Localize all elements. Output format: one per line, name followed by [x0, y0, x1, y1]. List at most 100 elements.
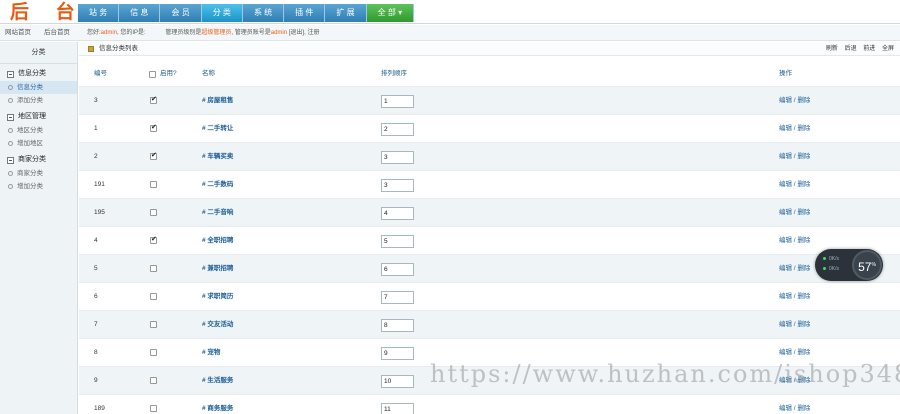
table-row: 2 # 车辆买卖 3 编辑 / 删除 — [79, 142, 900, 170]
row-actions[interactable]: 编辑 / 删除 — [779, 255, 810, 283]
row-name-link[interactable]: # 商务服务 — [202, 395, 233, 414]
row-name-link[interactable]: # 二手转让 — [202, 115, 233, 143]
register-link[interactable]: 注册 — [307, 30, 319, 36]
nav-tab-category[interactable]: 分 类 — [201, 4, 243, 22]
row-name-link[interactable]: # 生活服务 — [202, 367, 233, 395]
order-input[interactable]: 4 — [381, 207, 414, 220]
row-enabled-cell — [150, 395, 157, 414]
nav-tab-plugins[interactable]: 插 件 — [284, 4, 326, 22]
enabled-checkbox[interactable] — [150, 181, 157, 188]
nav-tab-system[interactable]: 系 统 — [242, 4, 285, 22]
select-all-checkbox[interactable] — [149, 70, 156, 78]
row-name-link[interactable]: # 车辆买卖 — [202, 143, 233, 171]
row-actions[interactable]: 编辑 / 删除 — [779, 87, 810, 115]
sidebar-group-merchant[interactable]: 商家分类 — [0, 153, 77, 167]
bullet-icon — [8, 98, 13, 103]
table-row: 191 # 二手数码 3 编辑 / 删除 — [79, 170, 900, 198]
nav-tab-info[interactable]: 信 息 — [119, 4, 161, 22]
sidebar-item-merchant-category[interactable]: 商家分类 — [0, 167, 77, 180]
row-name-link[interactable]: # 宠物 — [202, 339, 220, 367]
table-row: 5 # 兼职招聘 6 编辑 / 删除 — [79, 254, 900, 282]
nav-tab-extend[interactable]: 扩 展 — [325, 4, 367, 22]
row-name-link[interactable]: # 二手数码 — [202, 171, 233, 199]
sidebar-group-label: 信息分类 — [18, 70, 46, 77]
row-name-link[interactable]: # 房屋租售 — [202, 87, 233, 115]
table-row: 189 # 商务服务 11 编辑 / 删除 — [79, 394, 900, 414]
row-actions[interactable]: 编辑 / 删除 — [779, 171, 810, 199]
order-input[interactable]: 7 — [381, 291, 414, 304]
speed-widget[interactable]: 0K/s 0K/s 57% — [815, 249, 883, 281]
back-link[interactable]: 后退 — [845, 46, 857, 52]
order-input[interactable]: 8 — [381, 319, 414, 332]
refresh-link[interactable]: 刷新 — [826, 46, 838, 52]
col-header-id[interactable]: 编号 — [94, 62, 107, 86]
collapse-icon — [7, 113, 14, 121]
sidebar-item-add-region[interactable]: 增加地区 — [0, 137, 77, 150]
order-input[interactable]: 3 — [381, 179, 414, 192]
col-header-ops: 操作 — [779, 70, 792, 77]
row-enabled-cell — [150, 87, 157, 115]
sidebar-item-label: 增加分类 — [17, 183, 43, 190]
admin-home-link[interactable]: 后台首页 — [44, 25, 70, 41]
enabled-checkbox[interactable] — [150, 321, 157, 328]
row-id: 189 — [94, 405, 105, 412]
row-actions[interactable]: 编辑 / 删除 — [779, 311, 810, 339]
fullscreen-link[interactable]: 全屏 — [882, 46, 894, 52]
nav-tab-site[interactable]: 站 务 — [78, 4, 120, 22]
order-input[interactable]: 3 — [381, 151, 414, 164]
enabled-checkbox[interactable] — [150, 293, 157, 300]
order-input[interactable]: 5 — [381, 235, 414, 248]
col-header-enabled[interactable]: 启用? — [149, 62, 177, 86]
enabled-checkbox[interactable] — [150, 349, 157, 356]
col-header-name[interactable]: 名称 — [202, 62, 215, 86]
row-actions[interactable]: 编辑 / 删除 — [779, 115, 810, 143]
row-name-link[interactable]: # 兼职招聘 — [202, 255, 233, 283]
sidebar-item-label: 商家分类 — [17, 170, 43, 177]
nav-tab-all[interactable]: 全 部 ▾ — [366, 4, 415, 22]
row-enabled-cell — [150, 311, 157, 339]
sub-bar: 网站首页 后台首页 您好:admin, 您的IP是: 管理员级别是超级管理员, … — [0, 25, 900, 41]
row-name-link[interactable]: # 二手音响 — [202, 199, 233, 227]
sidebar-item-region-category[interactable]: 地区分类 — [0, 124, 77, 137]
row-actions[interactable]: 编辑 / 删除 — [779, 395, 810, 414]
enabled-checkbox[interactable] — [150, 95, 157, 104]
enabled-checkbox[interactable] — [150, 235, 157, 244]
row-enabled-cell — [150, 143, 157, 171]
row-actions[interactable]: 编辑 / 删除 — [779, 227, 810, 255]
site-home-link[interactable]: 网站首页 — [5, 25, 31, 41]
order-input[interactable]: 10 — [381, 375, 414, 388]
row-name-link[interactable]: # 全职招聘 — [202, 227, 233, 255]
order-input[interactable]: 1 — [381, 95, 414, 108]
enabled-checkbox[interactable] — [150, 151, 157, 160]
welcome-prefix: 您好: — [87, 30, 101, 36]
sidebar-group-info-category[interactable]: 信息分类 — [0, 67, 77, 81]
row-actions[interactable]: 编辑 / 删除 — [779, 199, 810, 227]
nav-tab-member[interactable]: 会 员 — [160, 4, 202, 22]
enabled-checkbox[interactable] — [150, 405, 157, 412]
row-name-link[interactable]: # 交友活动 — [202, 311, 233, 339]
logout-link[interactable]: [退出] — [289, 30, 304, 36]
enabled-checkbox[interactable] — [150, 209, 157, 216]
order-input[interactable]: 11 — [381, 403, 414, 414]
order-input[interactable]: 6 — [381, 263, 414, 276]
order-input[interactable]: 9 — [381, 347, 414, 360]
enabled-checkbox[interactable] — [150, 377, 157, 384]
row-id: 3 — [94, 97, 98, 104]
enabled-checkbox[interactable] — [150, 265, 157, 272]
bullet-icon — [8, 141, 13, 146]
sidebar-item-info-category[interactable]: 信息分类 — [0, 81, 77, 94]
sidebar-item-add-merchant-category[interactable]: 增加分类 — [0, 180, 77, 193]
panel-title-text: 信息分类列表 — [99, 45, 138, 52]
enabled-checkbox[interactable] — [150, 123, 157, 132]
forward-link[interactable]: 前进 — [863, 46, 875, 52]
order-input[interactable]: 2 — [381, 123, 414, 136]
row-actions[interactable]: 编辑 / 删除 — [779, 283, 810, 311]
sidebar-item-add-category[interactable]: 添加分类 — [0, 94, 77, 107]
sidebar-group-region[interactable]: 地区管理 — [0, 110, 77, 124]
panel-header: 信息分类列表 刷新 后退 前进 全屏 — [79, 42, 900, 56]
collapse-icon — [7, 156, 14, 164]
col-header-order[interactable]: 排列顺序 — [381, 62, 407, 86]
table-row: 1 # 二手转让 2 编辑 / 删除 — [79, 114, 900, 142]
row-name-link[interactable]: # 求职简历 — [202, 283, 233, 311]
row-actions[interactable]: 编辑 / 删除 — [779, 143, 810, 171]
